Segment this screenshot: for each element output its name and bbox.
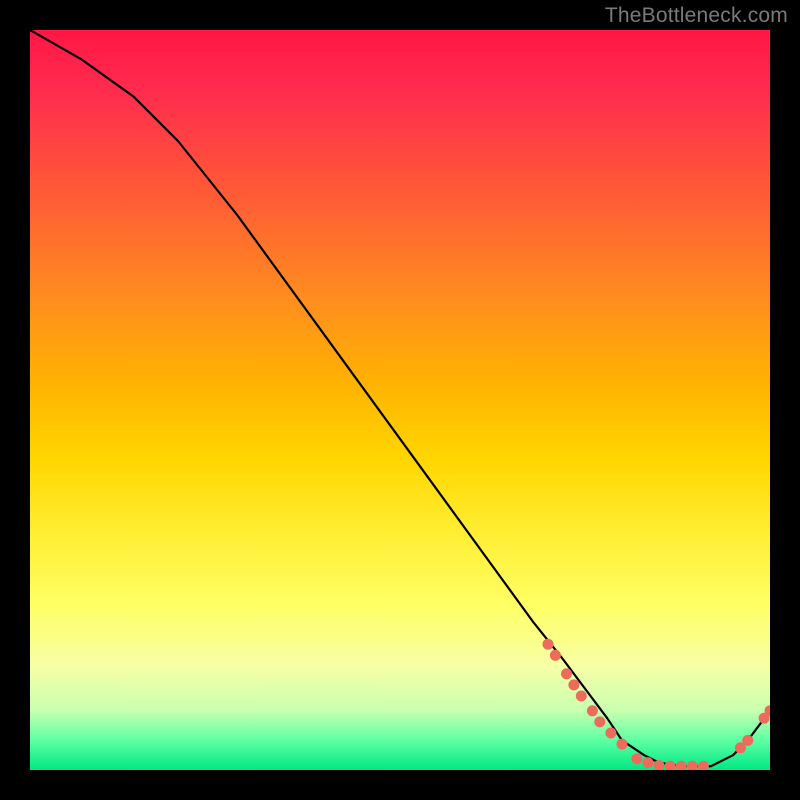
data-point [605, 728, 616, 739]
data-point [642, 757, 653, 768]
data-point [676, 761, 687, 770]
chart-frame: TheBottleneck.com [0, 0, 800, 800]
data-point [561, 668, 572, 679]
data-point [687, 761, 698, 770]
data-point [576, 691, 587, 702]
data-point [543, 639, 554, 650]
dot-markers [543, 639, 771, 770]
watermark-text: TheBottleneck.com [605, 4, 788, 28]
plot-svg [30, 30, 770, 770]
bottleneck-curve [30, 30, 770, 766]
data-point [568, 679, 579, 690]
data-point [742, 735, 753, 746]
data-point [665, 761, 676, 770]
data-point [617, 739, 628, 750]
data-point [587, 705, 598, 716]
data-point [550, 650, 561, 661]
data-point [698, 761, 709, 770]
plot-area [30, 30, 770, 770]
data-point [594, 716, 605, 727]
data-point [631, 753, 642, 764]
